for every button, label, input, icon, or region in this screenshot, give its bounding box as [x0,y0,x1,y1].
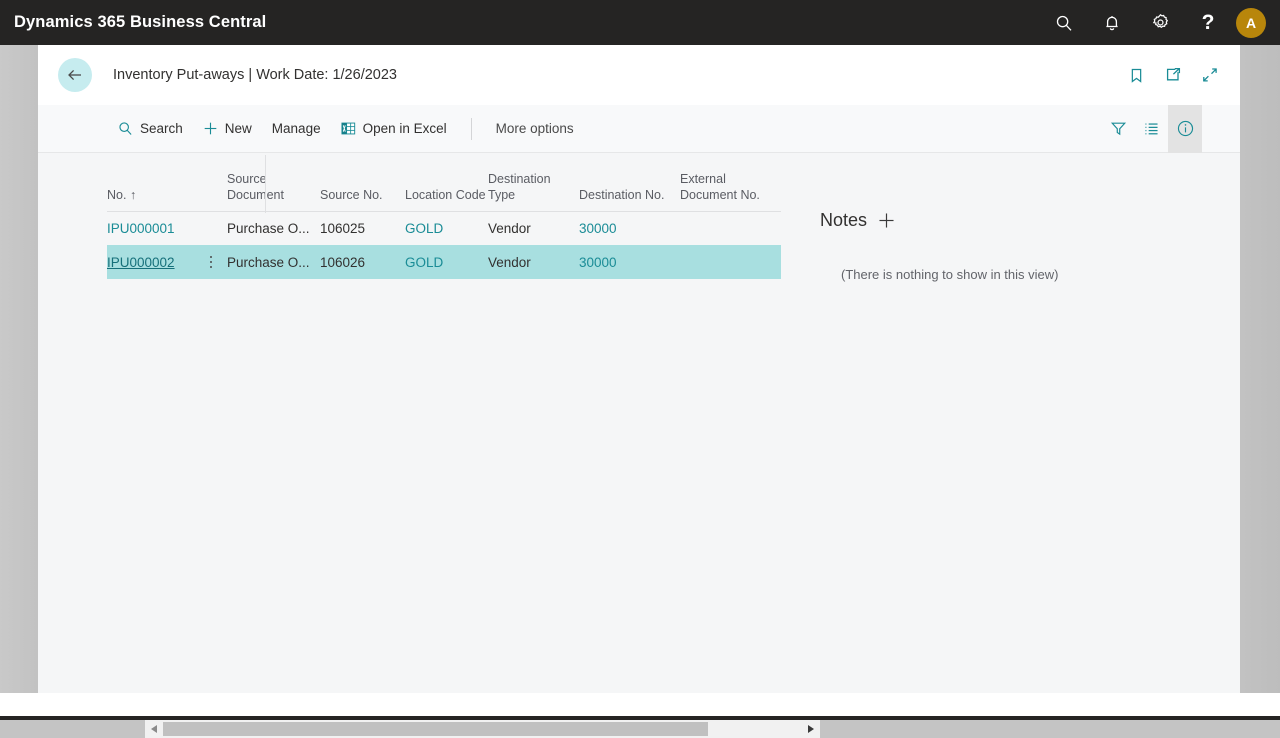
new-button-label: New [224,121,252,136]
column-header-destination-no-label: Destination No. [579,187,665,202]
page-header-actions [1124,63,1222,87]
notification-bell-icon[interactable] [1088,0,1136,45]
horizontal-scrollbar[interactable] [145,720,820,738]
cell-external-document-no [680,211,781,245]
open-in-excel-label: Open in Excel [362,121,447,136]
column-header-destination-type-label: Destination Type [488,171,551,202]
column-header-no-label: No. [107,187,127,202]
cell-source-no: 106026 [320,245,405,279]
open-in-new-window-icon[interactable] [1161,63,1185,87]
filter-icon[interactable] [1102,105,1135,153]
help-question-icon[interactable]: ? [1184,0,1232,45]
cell-destination-no[interactable]: 30000 [579,255,617,270]
list-view-icon[interactable] [1135,105,1168,153]
cell-location-code[interactable]: GOLD [405,221,443,236]
cell-source-document: Purchase O... [227,220,310,236]
column-header-source-no[interactable]: Source No. [320,153,405,212]
table-header: No. ↑ Source Document Source No. Locatio… [107,153,781,212]
cell-destination-no[interactable]: 30000 [579,221,617,236]
search-button-label: Search [140,121,183,136]
cell-destination-type: Vendor [488,220,531,236]
freeze-pane-divider [265,155,266,213]
column-header-actions [195,153,227,212]
bottom-strip [0,693,1280,718]
column-header-location-code-label: Location Code [405,187,486,202]
row-menu-cell [195,245,227,279]
plus-icon [203,121,218,136]
cell-no[interactable]: IPU000001 [107,221,175,236]
help-question-glyph: ? [1201,11,1215,34]
table-header-row: No. ↑ Source Document Source No. Locatio… [107,153,781,212]
scrollbar-track[interactable] [163,720,802,738]
row-options-ellipsis-icon[interactable] [195,255,227,269]
inventory-putaways-table: No. ↑ Source Document Source No. Locatio… [107,153,781,279]
toolbar-divider [470,117,472,140]
scrollbar-thumb[interactable] [163,722,708,736]
table-body: IPU000001 Purchase O... 106025 GOLD Vend… [107,211,781,279]
list-pane: No. ↑ Source Document Source No. Locatio… [38,153,781,693]
cell-external-document-no [680,245,781,279]
toolbar-right-actions [1102,104,1240,153]
cell-destination-type: Vendor [488,245,579,279]
notes-title: Notes [820,210,868,230]
column-header-source-no-label: Source No. [320,187,383,202]
table-row[interactable]: IPU000002 Purchase O... 106026 GOLD Vend… [107,245,781,279]
add-note-plus-icon[interactable] [877,211,896,230]
cell-source-no: 106025 [320,220,366,236]
collapse-icon[interactable] [1198,63,1222,87]
more-options-button[interactable]: More options [486,115,584,142]
bookmark-icon[interactable] [1124,63,1148,87]
page-content: Inventory Put-aways | Work Date: 1/26/20… [38,45,1240,738]
right-gutter [1240,45,1280,693]
manage-button-label: Manage [271,121,321,136]
cell-source-document: Purchase O... [227,245,320,279]
column-header-external-document-no[interactable]: External Document No. [680,153,781,212]
notes-header: Notes [820,210,1240,231]
scroll-left-arrow-icon[interactable] [145,720,163,738]
column-header-destination-no[interactable]: Destination No. [579,153,680,212]
row-menu-cell [195,211,227,245]
cell-location-code[interactable]: GOLD [405,255,443,270]
command-toolbar: Search New Manage Open in Excel More opt… [38,104,1240,153]
sort-ascending-icon: ↑ [129,187,137,202]
info-icon[interactable] [1168,104,1202,153]
search-icon [118,121,133,136]
app-bar: Dynamics 365 Business Central ? A [0,0,1280,45]
search-icon[interactable] [1040,0,1088,45]
scroll-right-arrow-icon[interactable] [802,720,820,738]
left-gutter [0,45,38,693]
page-header: Inventory Put-aways | Work Date: 1/26/20… [38,45,1240,105]
page-title: Inventory Put-aways | Work Date: 1/26/20… [113,67,397,83]
manage-button[interactable]: Manage [262,115,331,142]
column-header-destination-type[interactable]: Destination Type [488,153,579,212]
notes-empty-message: (There is nothing to show in this view) [841,267,1059,282]
gear-icon[interactable] [1136,0,1184,45]
open-in-excel-button[interactable]: Open in Excel [331,115,457,142]
app-title: Dynamics 365 Business Central [14,13,267,31]
column-header-external-document-no-label: External Document No. [680,171,760,202]
new-button[interactable]: New [193,115,262,142]
app-bar-actions: ? A [1040,0,1280,45]
notes-pane: Notes (There is nothing to show in this … [781,153,1240,693]
column-header-source-document[interactable]: Source Document [227,153,320,212]
cell-no[interactable]: IPU000002 [107,255,175,270]
excel-icon [341,121,356,136]
body-area: No. ↑ Source Document Source No. Locatio… [38,153,1240,693]
column-header-source-document-label: Source Document [227,171,284,202]
avatar[interactable]: A [1236,7,1266,38]
column-header-location-code[interactable]: Location Code [405,153,488,212]
back-arrow-icon[interactable] [58,58,92,92]
column-header-no[interactable]: No. ↑ [107,153,195,212]
search-button[interactable]: Search [108,115,193,142]
table-row[interactable]: IPU000001 Purchase O... 106025 GOLD Vend… [107,211,781,245]
